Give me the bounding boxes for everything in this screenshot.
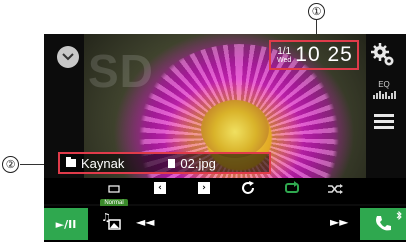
previous-button[interactable]: ◄◄ (136, 215, 154, 229)
file-name: 02.jpg (180, 155, 216, 171)
music-photo-switch-icon: ♫ (101, 211, 121, 230)
eq-label: EQ (378, 80, 390, 89)
control-row (44, 178, 406, 204)
settings-button[interactable] (370, 42, 396, 68)
shuffle-off-icon (328, 184, 343, 194)
clock-weekday: Wed (277, 57, 292, 64)
repeat-mode-icon (108, 185, 120, 193)
next-folder-icon: › (202, 183, 206, 193)
clock-date: 1/1 (277, 46, 292, 57)
bluetooth-icon (396, 211, 402, 220)
repeat-button[interactable] (284, 181, 300, 200)
callout-2: ② (2, 156, 19, 173)
music-photo-switch-button[interactable]: ♫ (100, 210, 122, 237)
next-button[interactable]: ►► (330, 215, 348, 229)
repeat-icon (285, 181, 299, 193)
prev-folder-icon: ‹ (158, 183, 162, 193)
folder-icon (66, 157, 76, 167)
source-watermark: SD (88, 45, 154, 97)
callout-1: ① (308, 3, 325, 20)
chevron-down-icon (62, 53, 74, 61)
phone-button[interactable] (360, 208, 406, 240)
transport-bar (44, 206, 406, 242)
clock-display: 1/1 Wed 10 25 (269, 40, 359, 70)
phone-icon (376, 216, 391, 231)
rotate-icon (242, 181, 254, 194)
clock-time: 10 25 (295, 43, 353, 66)
flower-center (201, 100, 269, 158)
play-pause-button[interactable]: ►/II (44, 208, 88, 240)
prev-folder-button[interactable]: ‹ (154, 182, 166, 194)
head-unit-screen: SD 1/1 Wed 10 25 EQ Kaynak 02.jpg Normal… (44, 34, 406, 242)
settings-gears-icon (371, 43, 394, 66)
shuffle-button[interactable] (327, 182, 343, 200)
source-menu-button[interactable] (57, 46, 79, 68)
file-info-bar: Kaynak 02.jpg (58, 152, 271, 174)
file-icon (168, 158, 176, 168)
slideshow-mode-button[interactable]: Normal (100, 180, 128, 207)
folder-name: Kaynak (81, 155, 125, 171)
menu-button[interactable] (374, 114, 394, 132)
eq-button[interactable]: EQ (370, 80, 398, 99)
next-folder-button[interactable]: › (198, 182, 210, 194)
eq-icon (370, 91, 398, 99)
rotate-button[interactable] (240, 180, 256, 201)
menu-icon (374, 114, 394, 117)
